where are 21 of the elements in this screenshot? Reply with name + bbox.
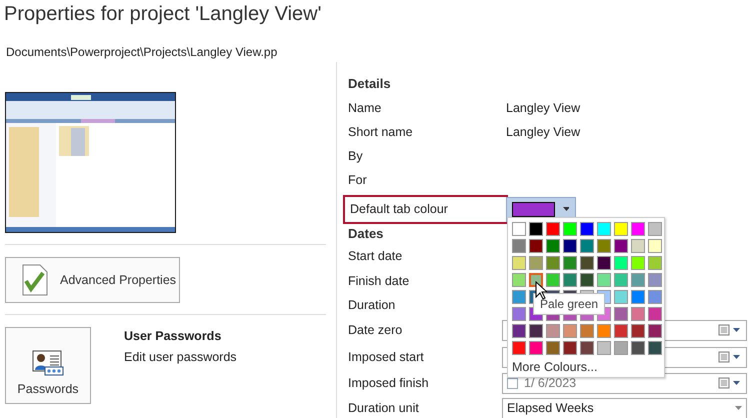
file-path: Documents\Powerproject\Projects\Langley View.pp xyxy=(5,44,278,59)
field-label: Duration xyxy=(348,298,396,312)
section-heading: Dates xyxy=(348,225,384,243)
field-label: For xyxy=(348,173,368,187)
field-label: Date zero xyxy=(348,323,404,337)
field-value: Langley View xyxy=(506,125,580,139)
field-label: Default tab colour xyxy=(350,202,448,216)
field-label: Finish date xyxy=(348,274,410,288)
section-heading: Details xyxy=(348,75,391,93)
section-description: Edit user passwords xyxy=(124,350,237,364)
tooltip: Pale green xyxy=(533,293,606,315)
section-heading: User Passwords xyxy=(124,329,222,343)
field-label: Short name xyxy=(348,125,414,139)
field-label: Name xyxy=(348,101,382,115)
page-title: Properties for project 'Langley View' xyxy=(3,2,322,27)
field-label: Imposed finish xyxy=(348,376,430,390)
field-label: Start date xyxy=(348,249,404,263)
field-value: Langley View xyxy=(506,101,580,115)
field-label: Imposed start xyxy=(348,350,425,364)
field-label: By xyxy=(348,149,364,163)
field-label: Duration unit xyxy=(348,401,420,415)
